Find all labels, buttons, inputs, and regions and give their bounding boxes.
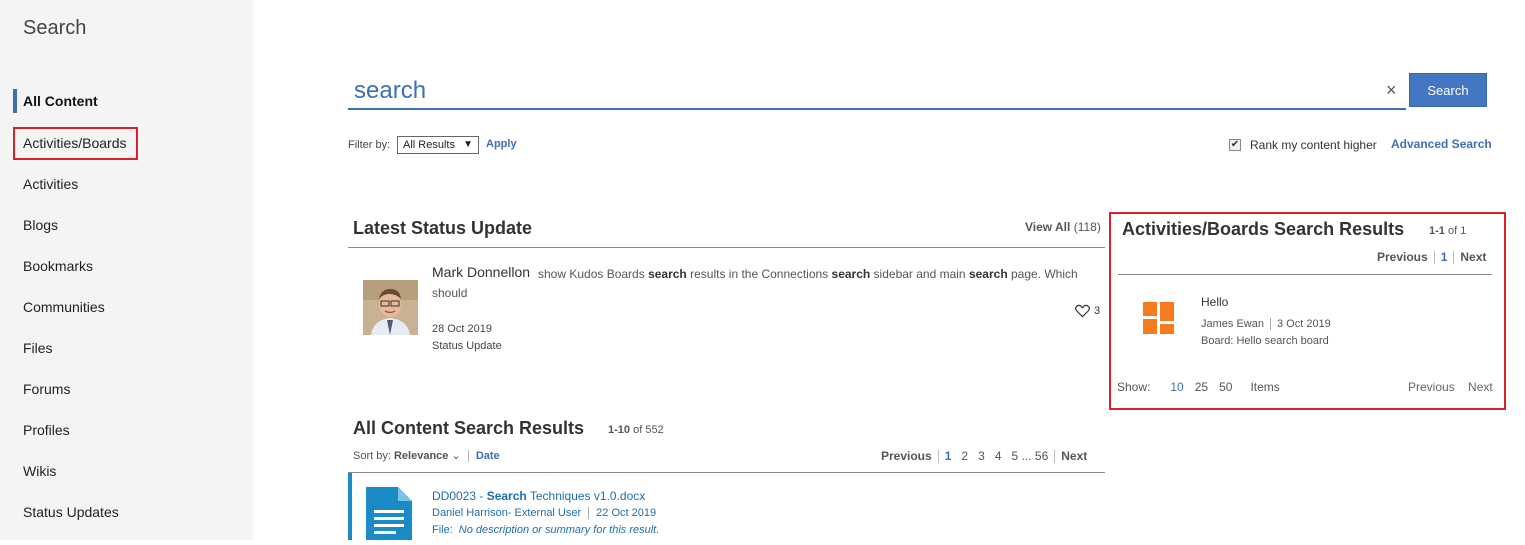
pager-ellipsis: ... — [1021, 449, 1032, 463]
sidebar-item-blogs[interactable]: Blogs — [23, 217, 58, 233]
sidebar-item-files[interactable]: Files — [23, 340, 53, 356]
result-date: 22 Oct 2019 — [596, 507, 657, 519]
sidebar: Search All Content Activities/Boards Act… — [0, 0, 253, 540]
document-icon[interactable] — [366, 487, 412, 545]
status-divider — [348, 247, 1105, 248]
pager-page-56[interactable]: 56 — [1035, 449, 1048, 463]
result-author[interactable]: Daniel Harrison- External User — [432, 507, 581, 519]
sidebar-item-profiles[interactable]: Profiles — [23, 422, 70, 438]
boards-divider — [1118, 274, 1492, 275]
boards-bottom-previous[interactable]: Previous — [1408, 380, 1455, 394]
rank-checkbox[interactable]: ✔ — [1229, 139, 1241, 151]
page-size-25[interactable]: 25 — [1195, 380, 1208, 394]
result-meta: Daniel Harrison- External User 22 Oct 201… — [432, 507, 657, 520]
view-all-link[interactable]: View All (118) — [1025, 220, 1101, 234]
avatar[interactable] — [363, 280, 418, 335]
sidebar-item-activities-boards[interactable]: Activities/Boards — [23, 135, 126, 151]
board-meta: James Ewan 3 Oct 2019 — [1201, 318, 1331, 331]
filter-selected-value: All Results — [403, 139, 455, 151]
all-content-pager: Previous 1 2 3 4 5 ... 56 Next — [881, 449, 1087, 464]
sidebar-item-all-content[interactable]: All Content — [23, 93, 98, 109]
view-all-count: (118) — [1073, 220, 1101, 234]
filter-label: Filter by: — [348, 139, 391, 151]
results-divider — [348, 472, 1105, 473]
all-content-total: of 552 — [633, 424, 664, 436]
boards-pager-page-1[interactable]: 1 — [1441, 250, 1448, 264]
status-type: Status Update — [432, 340, 502, 352]
result-file-label: File: — [432, 524, 453, 536]
pager-page-1[interactable]: 1 — [945, 449, 952, 463]
sidebar-item-wikis[interactable]: Wikis — [23, 463, 56, 479]
status-text: show Kudos Boards search results in the … — [432, 267, 1078, 300]
view-all-label: View All — [1025, 220, 1071, 234]
boards-total: of 1 — [1447, 225, 1467, 237]
show-label: Show: — [1117, 380, 1151, 394]
result-accent-bar — [348, 473, 352, 540]
board-date: 3 Oct 2019 — [1276, 318, 1331, 330]
sidebar-item-status-updates[interactable]: Status Updates — [23, 504, 119, 520]
sort-relevance[interactable]: Relevance — [394, 450, 448, 462]
result-file-line: File: No description or summary for this … — [432, 524, 659, 536]
boards-pager-previous[interactable]: Previous — [1377, 250, 1428, 264]
pager-page-4[interactable]: 4 — [995, 449, 1002, 463]
advanced-search-link[interactable]: Advanced Search — [1391, 137, 1492, 151]
search-input[interactable] — [348, 74, 1406, 110]
boards-bottom-nav: Previous Next — [1408, 380, 1493, 394]
board-icon[interactable] — [1143, 302, 1175, 339]
clear-icon[interactable]: × — [1386, 80, 1397, 101]
boards-pager-next[interactable]: Next — [1460, 250, 1486, 264]
result-title-link[interactable]: DD0023 - Search Techniques v1.0.docx — [432, 489, 645, 503]
pager-page-5[interactable]: 5 — [1012, 449, 1019, 463]
heart-icon[interactable] — [1075, 304, 1090, 323]
items-label: Items — [1250, 380, 1280, 394]
all-content-title: All Content Search Results — [353, 418, 585, 438]
sort-date[interactable]: Date — [476, 450, 500, 462]
search-button[interactable]: Search — [1409, 73, 1487, 107]
page-size-selector: Show: 10 25 50 Items — [1117, 380, 1291, 394]
sidebar-item-communities[interactable]: Communities — [23, 299, 105, 315]
all-content-range: 1-10 — [608, 424, 631, 436]
boards-range: 1-1 — [1429, 225, 1445, 237]
board-description: Board: Hello search board — [1201, 335, 1329, 347]
all-content-count: 1-10 of 552 — [608, 424, 664, 436]
sort-label: Sort by: — [353, 450, 391, 462]
sidebar-item-forums[interactable]: Forums — [23, 381, 70, 397]
sidebar-item-bookmarks[interactable]: Bookmarks — [23, 258, 93, 274]
status-date: 28 Oct 2019 — [432, 323, 492, 335]
rank-label: Rank my content higher — [1250, 138, 1377, 152]
boards-bottom-next[interactable]: Next — [1468, 380, 1493, 394]
status-section-title: Latest Status Update — [353, 218, 533, 238]
boards-count: 1-1 of 1 — [1429, 225, 1466, 237]
sidebar-title: Search — [23, 17, 87, 39]
pager-page-2[interactable]: 2 — [961, 449, 968, 463]
boards-panel-title: Activities/Boards Search Results — [1122, 219, 1405, 239]
sidebar-item-activities[interactable]: Activities — [23, 176, 78, 192]
pager-previous[interactable]: Previous — [881, 449, 932, 463]
pager-next[interactable]: Next — [1061, 449, 1087, 463]
boards-pager: Previous 1 Next — [1377, 250, 1486, 265]
board-title-link[interactable]: Hello — [1201, 295, 1228, 309]
page-size-10[interactable]: 10 — [1170, 380, 1183, 394]
board-author[interactable]: James Ewan — [1201, 318, 1264, 330]
page-size-50[interactable]: 50 — [1219, 380, 1232, 394]
result-summary: No description or summary for this resul… — [458, 524, 660, 536]
active-indicator — [13, 89, 17, 113]
sort-controls: Sort by: Relevance ⌄ Date — [353, 449, 500, 463]
pager-page-3[interactable]: 3 — [978, 449, 985, 463]
apply-link[interactable]: Apply — [486, 138, 517, 150]
like-count: 3 — [1094, 305, 1101, 317]
dropdown-caret-icon: ▼ — [463, 139, 473, 150]
filter-select[interactable]: All Results ▼ — [397, 136, 479, 154]
chevron-down-icon[interactable]: ⌄ — [451, 450, 460, 462]
